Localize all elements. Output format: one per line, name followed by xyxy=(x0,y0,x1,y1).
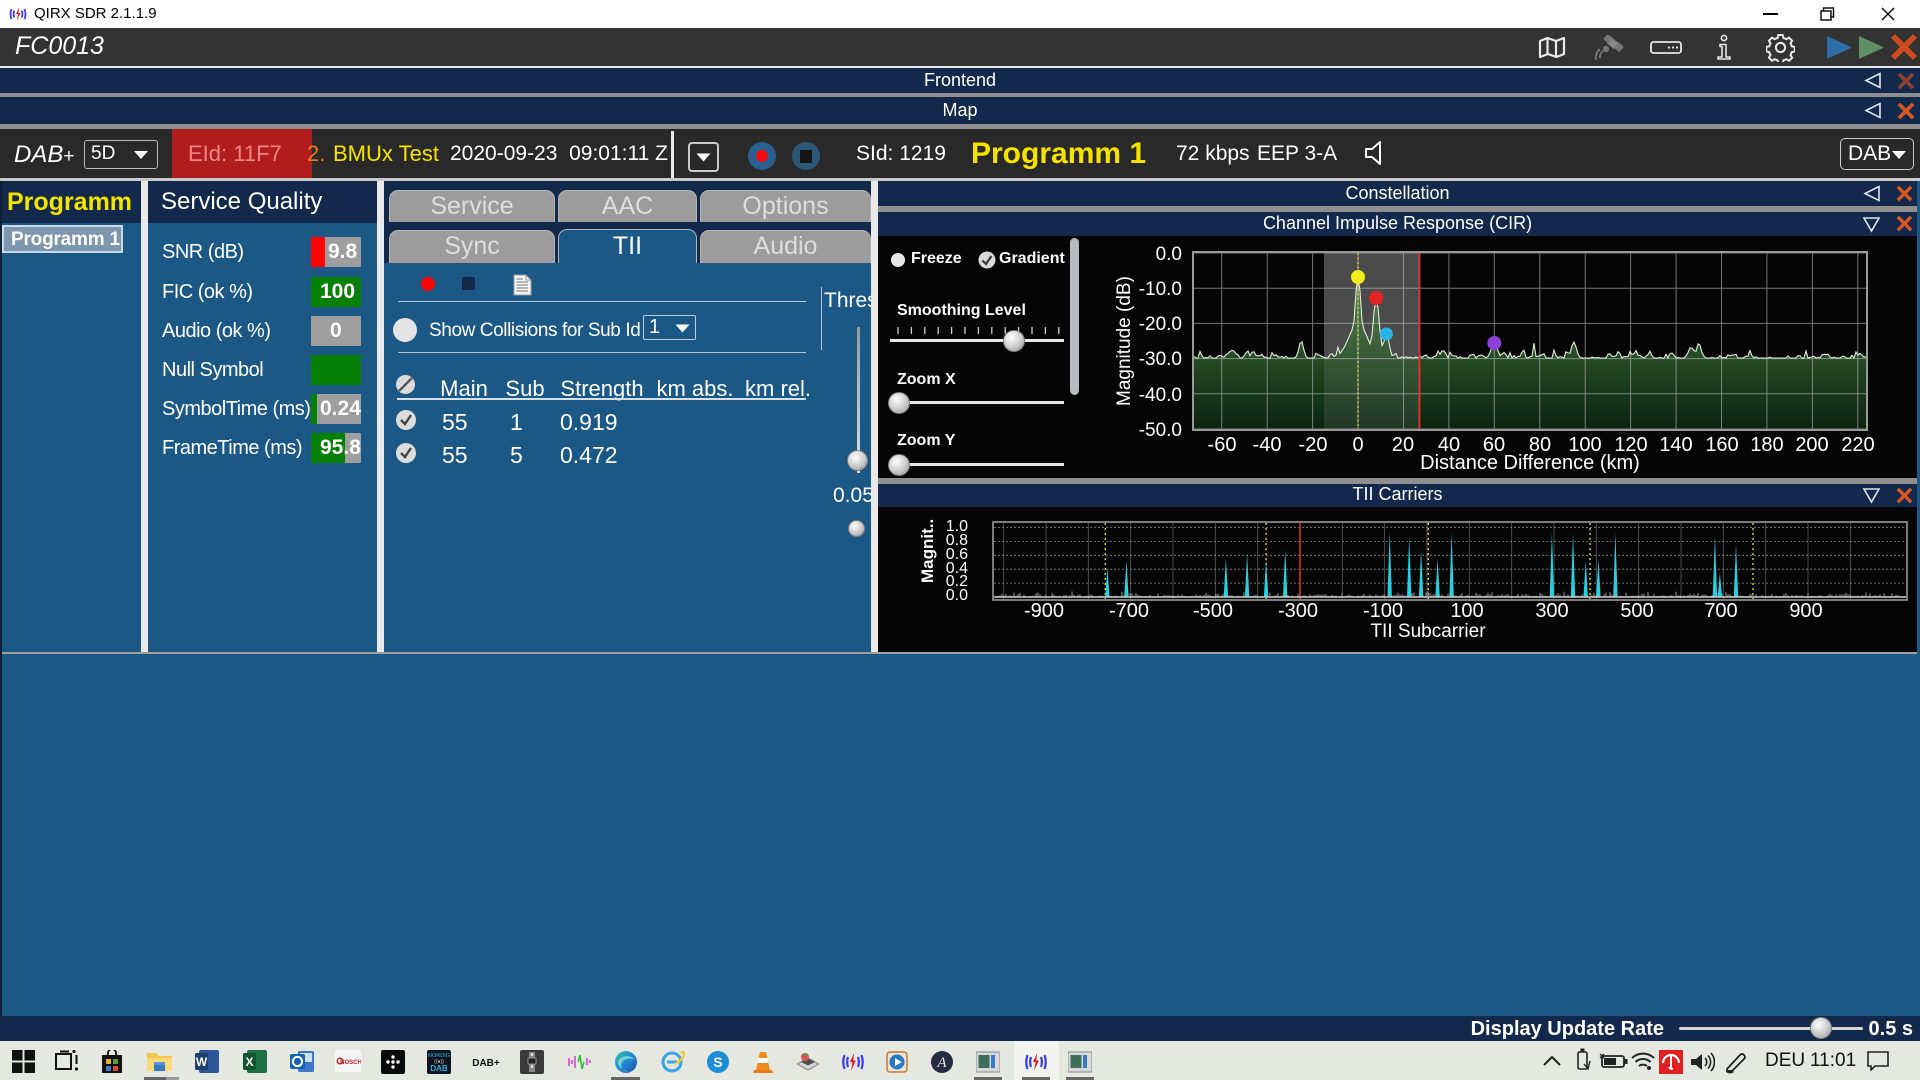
svg-text:X: X xyxy=(245,1055,253,1069)
svg-text:A: A xyxy=(936,1055,947,1071)
svg-text:BOSCH: BOSCH xyxy=(340,1060,361,1066)
svg-text:DAB+: DAB+ xyxy=(472,1058,500,1069)
svg-text:W: W xyxy=(196,1055,208,1069)
svg-text:DAB: DAB xyxy=(430,1064,448,1073)
svg-text:S: S xyxy=(713,1054,722,1070)
